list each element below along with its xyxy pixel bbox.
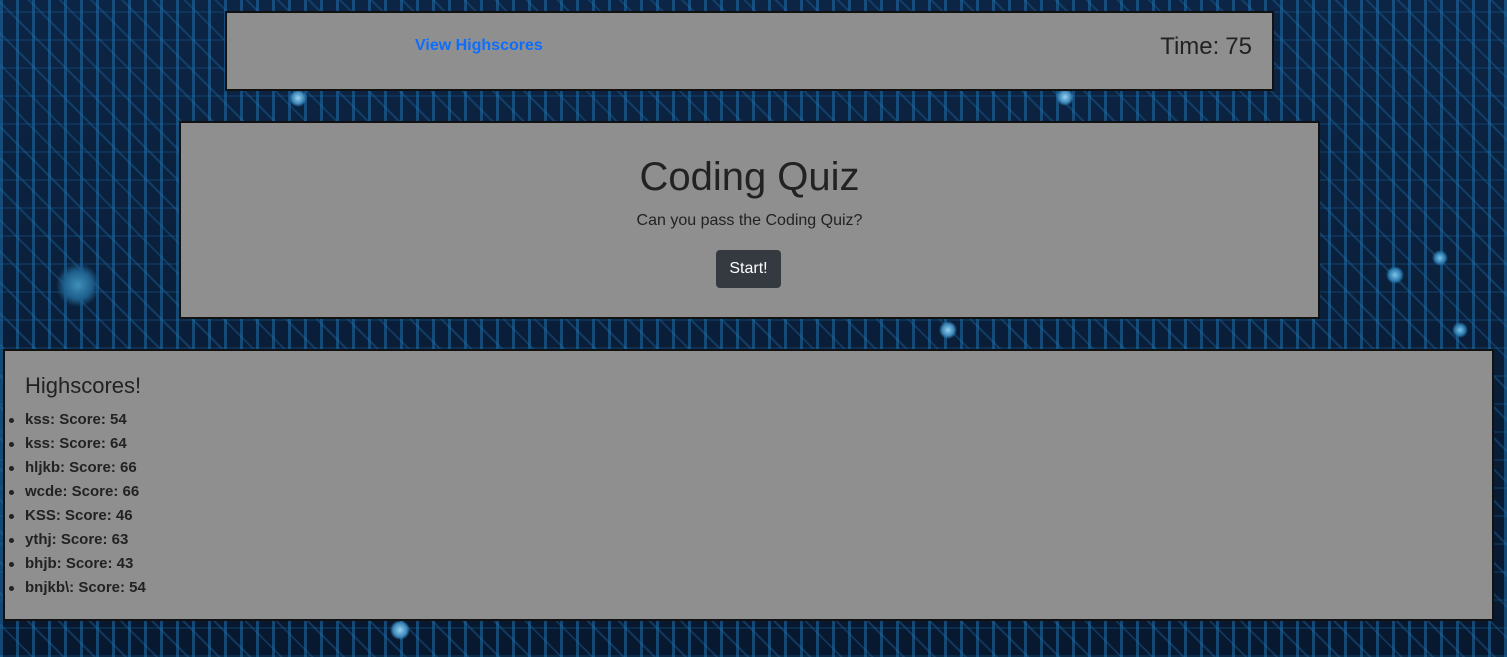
list-item: ythj: Score: 63 [5, 528, 146, 552]
highscores-title: Highscores! [25, 373, 142, 398]
list-item: kss: Score: 54 [5, 408, 146, 432]
list-item: KSS: Score: 46 [5, 504, 146, 528]
highscore-entry: hljkb: Score: 66 [25, 459, 137, 476]
highscore-entry: wcde: Score: 66 [25, 483, 140, 500]
list-item: bhjb: Score: 43 [5, 552, 146, 576]
list-item: hljkb: Score: 66 [5, 456, 146, 480]
highscores-panel: Highscores! kss: Score: 54 kss: Score: 6… [3, 349, 1494, 621]
highscore-entry: kss: Score: 54 [25, 411, 127, 428]
start-button[interactable]: Start! [716, 250, 781, 288]
highscore-entry: ythj: Score: 63 [25, 531, 129, 548]
quiz-subtitle: Can you pass the Coding Quiz? [636, 212, 863, 229]
highscore-entry: bhjb: Score: 43 [25, 555, 134, 572]
list-item: wcde: Score: 66 [5, 480, 146, 504]
bullet-icon [9, 562, 14, 567]
list-item: kss: Score: 64 [5, 432, 146, 456]
bullet-icon [9, 466, 14, 471]
quiz-card: Coding Quiz Can you pass the Coding Quiz… [179, 121, 1320, 319]
view-highscores-link[interactable]: View Highscores [415, 37, 543, 55]
highscores-list: kss: Score: 54 kss: Score: 64 hljkb: Sco… [5, 408, 146, 600]
highscore-entry: KSS: Score: 46 [25, 507, 133, 524]
timer-value: 75 [1225, 33, 1252, 60]
bullet-icon [9, 418, 14, 423]
bullet-icon [9, 442, 14, 447]
page-background: { "header": { "view_highscores_label": "… [0, 0, 1507, 657]
bullet-icon [9, 586, 14, 591]
highscore-entry: kss: Score: 64 [25, 435, 127, 452]
timer-display: Time: 75 [1160, 33, 1252, 61]
bullet-icon [9, 490, 14, 495]
top-bar: View Highscores Time: 75 [225, 11, 1274, 91]
list-item: bnjkb\: Score: 54 [5, 576, 146, 600]
bullet-icon [9, 514, 14, 519]
bullet-icon [9, 538, 14, 543]
highscore-entry: bnjkb\: Score: 54 [25, 579, 146, 596]
timer-label: Time: [1160, 33, 1220, 60]
quiz-title: Coding Quiz [639, 155, 860, 199]
